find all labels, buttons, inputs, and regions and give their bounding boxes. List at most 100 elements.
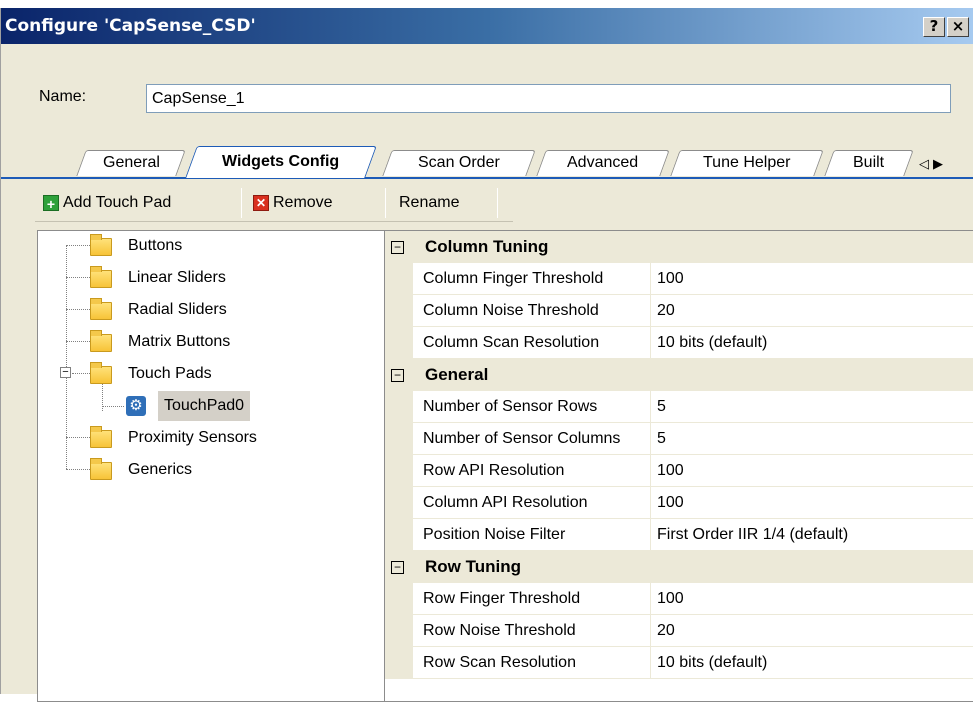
tab-built[interactable]: Built	[824, 150, 914, 176]
remove-label: Remove	[273, 194, 333, 211]
property-value[interactable]: First Order IIR 1/4 (default)	[651, 519, 973, 551]
property-name: Number of Sensor Rows	[413, 391, 651, 423]
row-gutter	[385, 487, 413, 519]
property-row[interactable]: Row Scan Resolution 10 bits (default)	[385, 647, 973, 679]
category-column-tuning[interactable]: − Column Tuning	[385, 231, 973, 263]
property-row[interactable]: Row API Resolution 100	[385, 455, 973, 487]
widget-tree: Buttons Linear Sliders Radial Sliders Ma…	[37, 230, 385, 702]
collapse-icon[interactable]: −	[391, 241, 404, 254]
property-grid: − Column Tuning Column Finger Threshold …	[385, 230, 973, 702]
tree-item-radial-sliders[interactable]: Radial Sliders	[128, 295, 227, 325]
tab-label: Built	[853, 154, 885, 171]
tab-label: Scan Order	[418, 154, 500, 171]
row-gutter	[385, 647, 413, 679]
property-row[interactable]: Row Noise Threshold 20	[385, 615, 973, 647]
category-general[interactable]: − General	[385, 359, 973, 391]
category-label: General	[425, 365, 489, 384]
property-name: Column Scan Resolution	[413, 327, 651, 359]
remove-button[interactable]: ✕ Remove	[253, 190, 333, 218]
tab-widgets-config[interactable]: Widgets Config	[185, 146, 377, 178]
tab-strip: General Widgets Config Scan Order Advanc…	[1, 138, 973, 178]
property-value[interactable]: 10 bits (default)	[651, 647, 973, 679]
tab-scroll-right-icon[interactable]: ▶	[933, 156, 947, 171]
property-value[interactable]: 100	[651, 583, 973, 615]
folder-icon	[90, 426, 112, 448]
property-value[interactable]: 100	[651, 487, 973, 519]
tab-tune-helper[interactable]: Tune Helper	[670, 150, 824, 176]
property-name: Column Finger Threshold	[413, 263, 651, 295]
property-value[interactable]: 20	[651, 295, 973, 327]
rename-button[interactable]: Rename	[399, 190, 459, 218]
add-touch-pad-label: Add Touch Pad	[63, 194, 172, 211]
close-button[interactable]: ×	[947, 17, 969, 37]
tree-item-proximity-sensors[interactable]: Proximity Sensors	[128, 423, 257, 453]
row-gutter	[385, 263, 413, 295]
property-row[interactable]: Position Noise Filter First Order IIR 1/…	[385, 519, 973, 551]
property-value[interactable]: 5	[651, 423, 973, 455]
folder-icon	[90, 298, 112, 320]
tree-item-matrix-buttons[interactable]: Matrix Buttons	[128, 327, 230, 357]
row-gutter	[385, 583, 413, 615]
property-name: Position Noise Filter	[413, 519, 651, 551]
property-row[interactable]: Number of Sensor Columns 5	[385, 423, 973, 455]
widget-toolbar: + Add Touch Pad ✕ Remove Rename	[35, 184, 513, 222]
property-name: Column API Resolution	[413, 487, 651, 519]
window-title: Configure 'CapSense_CSD'	[5, 16, 256, 36]
row-gutter	[385, 295, 413, 327]
property-value[interactable]: 10 bits (default)	[651, 327, 973, 359]
toolbar-separator	[497, 188, 498, 218]
property-value[interactable]: 100	[651, 455, 973, 487]
collapse-icon[interactable]: −	[391, 369, 404, 382]
property-value[interactable]: 20	[651, 615, 973, 647]
toolbar-separator	[241, 188, 242, 218]
tree-item-touch-pads[interactable]: Touch Pads	[128, 359, 212, 389]
tree-item-touchpad0[interactable]: TouchPad0	[158, 391, 251, 421]
tab-underline	[1, 177, 973, 179]
folder-icon	[90, 234, 112, 256]
property-name: Column Noise Threshold	[413, 295, 651, 327]
tree-item-buttons[interactable]: Buttons	[128, 231, 182, 261]
name-input[interactable]	[146, 84, 951, 113]
tree-item-linear-sliders[interactable]: Linear Sliders	[128, 263, 226, 293]
remove-icon: ✕	[253, 194, 269, 211]
property-row[interactable]: Column Scan Resolution 10 bits (default)	[385, 327, 973, 359]
folder-icon	[90, 458, 112, 480]
configure-dialog: Configure 'CapSense_CSD' ? × Name: Gener…	[0, 8, 973, 702]
name-label: Name:	[39, 88, 87, 105]
add-touch-pad-button[interactable]: + Add Touch Pad	[43, 190, 171, 218]
toolbar-separator	[385, 188, 386, 218]
add-icon: +	[43, 194, 59, 212]
property-name: Row Scan Resolution	[413, 647, 651, 679]
help-button[interactable]: ?	[923, 17, 945, 37]
row-gutter	[385, 423, 413, 455]
property-row[interactable]: Number of Sensor Rows 5	[385, 391, 973, 423]
tab-scroll-left-icon[interactable]: ◁	[919, 156, 933, 171]
category-label: Row Tuning	[425, 557, 521, 576]
property-value[interactable]: 100	[651, 263, 973, 295]
tree-item-generics[interactable]: Generics	[128, 455, 192, 485]
tab-general[interactable]: General	[76, 150, 186, 176]
property-name: Row Finger Threshold	[413, 583, 651, 615]
tab-label: General	[102, 154, 160, 171]
row-gutter	[385, 615, 413, 647]
property-name: Row API Resolution	[413, 455, 651, 487]
tree-connector	[66, 245, 67, 469]
category-label: Column Tuning	[425, 237, 549, 256]
property-row[interactable]: Column Noise Threshold 20	[385, 295, 973, 327]
tab-label: Tune Helper	[703, 154, 791, 171]
property-row[interactable]: Column Finger Threshold 100	[385, 263, 973, 295]
collapse-icon[interactable]: −	[391, 561, 404, 574]
property-value[interactable]: 5	[651, 391, 973, 423]
title-bar[interactable]: Configure 'CapSense_CSD' ? ×	[1, 8, 973, 44]
property-name: Row Noise Threshold	[413, 615, 651, 647]
tab-label: Advanced	[567, 154, 639, 171]
collapse-icon[interactable]: −	[60, 367, 71, 378]
tab-advanced[interactable]: Advanced	[536, 150, 670, 176]
folder-icon	[90, 362, 112, 384]
property-row[interactable]: Row Finger Threshold 100	[385, 583, 973, 615]
row-gutter	[385, 391, 413, 423]
property-row[interactable]: Column API Resolution 100	[385, 487, 973, 519]
category-row-tuning[interactable]: − Row Tuning	[385, 551, 973, 583]
tab-scan-order[interactable]: Scan Order	[382, 150, 536, 176]
folder-icon	[90, 266, 112, 288]
